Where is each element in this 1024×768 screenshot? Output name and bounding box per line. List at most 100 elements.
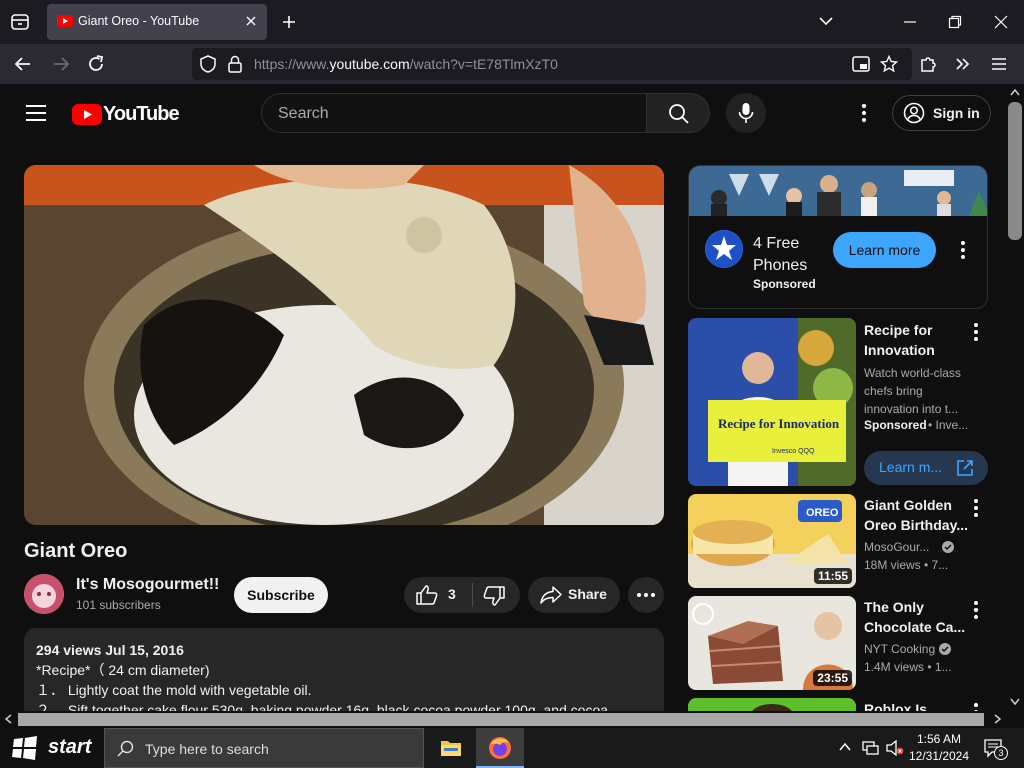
- start-button[interactable]: start: [0, 728, 104, 768]
- verified-badge-icon: [939, 643, 951, 655]
- restore-window-icon[interactable]: [948, 15, 962, 29]
- related-video-thumbnail[interactable]: 23:55: [688, 596, 856, 690]
- scroll-left-arrow-icon[interactable]: [4, 714, 12, 724]
- learn-more-button[interactable]: Learn more: [833, 232, 936, 268]
- like-button[interactable]: 3: [404, 577, 472, 613]
- description-line: １． Lightly coat the mold with vegetable …: [36, 682, 312, 698]
- description-line: ２． Sift together cake flour 530g, baking…: [36, 702, 609, 711]
- related-video-more-icon[interactable]: [966, 700, 986, 711]
- voice-search-button[interactable]: [726, 93, 766, 133]
- taskbar-search-icon: [117, 740, 134, 757]
- advertiser-logo: [705, 230, 743, 268]
- channel-avatar[interactable]: [24, 574, 64, 614]
- clock-date: 12/31/2024: [908, 749, 970, 763]
- new-tab-icon[interactable]: [281, 14, 297, 30]
- list-tabs-chevron-icon[interactable]: [818, 15, 834, 27]
- action-center-icon[interactable]: 3: [984, 738, 1008, 760]
- overflow-chevrons-icon[interactable]: [955, 56, 971, 72]
- reload-icon[interactable]: [87, 55, 105, 73]
- scroll-down-arrow-icon[interactable]: [1010, 698, 1020, 706]
- taskbar-clock[interactable]: 1:56 AM 12/31/2024: [900, 731, 978, 765]
- url-domain: youtube.com: [329, 56, 410, 72]
- ad2-more-options-icon[interactable]: [966, 320, 986, 344]
- related-video-thumbnail[interactable]: [688, 698, 856, 711]
- share-button[interactable]: Share: [528, 577, 620, 613]
- video-title: Giant Oreo: [24, 540, 128, 562]
- svg-text:OREO: OREO: [806, 507, 839, 519]
- picture-in-picture-icon[interactable]: [852, 56, 870, 72]
- related-video-title[interactable]: The Only: [864, 597, 968, 617]
- search-placeholder: Search: [278, 105, 329, 122]
- file-explorer-folder-icon: [441, 741, 461, 756]
- related-video-stats: 18M views • 7...: [864, 558, 949, 572]
- file-explorer-taskbar-button[interactable]: [428, 728, 474, 768]
- firefox-taskbar-button[interactable]: [476, 728, 524, 768]
- url-path: /watch?v=tE78TlmXzT0: [409, 56, 558, 72]
- search-button[interactable]: [646, 93, 710, 133]
- youtube-play-logo-icon: [72, 104, 102, 125]
- show-hidden-icons-chevron-icon[interactable]: [838, 740, 852, 754]
- youtube-favicon-icon: [57, 15, 73, 27]
- lock-icon[interactable]: [228, 55, 242, 73]
- related-video-title[interactable]: Giant Golden: [864, 495, 968, 515]
- browser-tab-active[interactable]: Giant Oreo - YouTube: [47, 4, 267, 40]
- related-video-stats: 1.4M views • 1...: [864, 660, 952, 674]
- vertical-scroll-thumb[interactable]: [1008, 102, 1022, 240]
- related-video-more-icon[interactable]: [966, 598, 986, 622]
- related-video-title[interactable]: Oreo Birthday...: [864, 515, 968, 535]
- ad-thumbnail[interactable]: Recipe for Innovation Invesco QQQ: [688, 318, 856, 486]
- tab-overview-icon[interactable]: [10, 13, 30, 31]
- ad2-desc-line: Watch world-class: [864, 366, 961, 380]
- like-count: 3: [448, 586, 456, 602]
- sign-in-button[interactable]: Sign in: [892, 95, 991, 131]
- related-video-thumbnail[interactable]: OREO 11:55: [688, 494, 856, 588]
- description-box[interactable]: 294 views Jul 15, 2016 *Recipe*（ 24 cm d…: [24, 628, 664, 711]
- ad-more-options-icon[interactable]: [953, 238, 973, 262]
- guide-menu-icon[interactable]: [25, 104, 47, 122]
- search-icon: [669, 104, 689, 124]
- scroll-up-arrow-icon[interactable]: [1010, 88, 1020, 96]
- forward-arrow-icon[interactable]: [52, 55, 70, 73]
- firefox-icon: [489, 737, 511, 759]
- horizontal-scroll-thumb[interactable]: [18, 713, 984, 726]
- thumbs-down-icon: [483, 586, 505, 606]
- start-label: start: [48, 736, 92, 758]
- extensions-puzzle-icon[interactable]: [919, 55, 937, 73]
- related-video-channel[interactable]: NYT Cooking: [864, 640, 944, 658]
- ad-title: 4 Free Phones: [753, 235, 808, 274]
- youtube-logo[interactable]: YouTube: [72, 103, 202, 125]
- more-actions-button[interactable]: [628, 577, 664, 613]
- ad2-title-line: Innovation: [864, 342, 935, 358]
- dislike-button[interactable]: [473, 577, 520, 613]
- network-icon[interactable]: [862, 740, 880, 756]
- tracking-shield-icon[interactable]: [200, 55, 216, 73]
- close-window-icon[interactable]: [994, 15, 1008, 29]
- ad2-advertiser: • Inve...: [928, 418, 969, 432]
- sponsored-ad-card[interactable]: 4 Free Phones Sponsored Learn more: [688, 165, 988, 309]
- tab-close-icon[interactable]: [243, 13, 259, 29]
- bookmark-star-icon[interactable]: [880, 55, 898, 73]
- video-player[interactable]: [24, 165, 664, 525]
- external-link-icon: [957, 460, 973, 476]
- related-video-title[interactable]: Roblox Is: [864, 699, 968, 711]
- thumbs-up-icon: [416, 585, 438, 605]
- app-menu-hamburger-icon[interactable]: [991, 57, 1007, 71]
- browser-nav-bar: https://www.youtube.com/watch?v=tE78TlmX…: [0, 44, 1024, 84]
- url-text[interactable]: https://www.youtube.com/watch?v=tE78TlmX…: [254, 56, 558, 72]
- back-arrow-icon[interactable]: [14, 55, 32, 73]
- address-bar[interactable]: https://www.youtube.com/watch?v=tE78TlmX…: [192, 48, 912, 80]
- notification-count-badge: 3: [994, 746, 1008, 760]
- scroll-right-arrow-icon[interactable]: [994, 714, 1002, 724]
- related-video-title[interactable]: Chocolate Ca...: [864, 617, 968, 637]
- related-video-channel[interactable]: MosoGour...: [864, 538, 944, 556]
- ad2-learn-more-button[interactable]: Learn m...: [864, 451, 988, 485]
- channel-name[interactable]: It's Mosogourmet!!: [76, 576, 219, 594]
- description-line: *Recipe*（ 24 cm diameter): [36, 662, 210, 678]
- related-video-more-icon[interactable]: [966, 496, 986, 520]
- taskbar-search-box[interactable]: Type here to search: [104, 728, 424, 768]
- search-input[interactable]: Search: [261, 93, 647, 133]
- settings-more-icon[interactable]: [860, 102, 868, 124]
- ad2-learn-more-label: Learn m...: [879, 459, 943, 475]
- subscribe-button[interactable]: Subscribe: [234, 577, 328, 613]
- minimize-window-icon[interactable]: [903, 15, 917, 29]
